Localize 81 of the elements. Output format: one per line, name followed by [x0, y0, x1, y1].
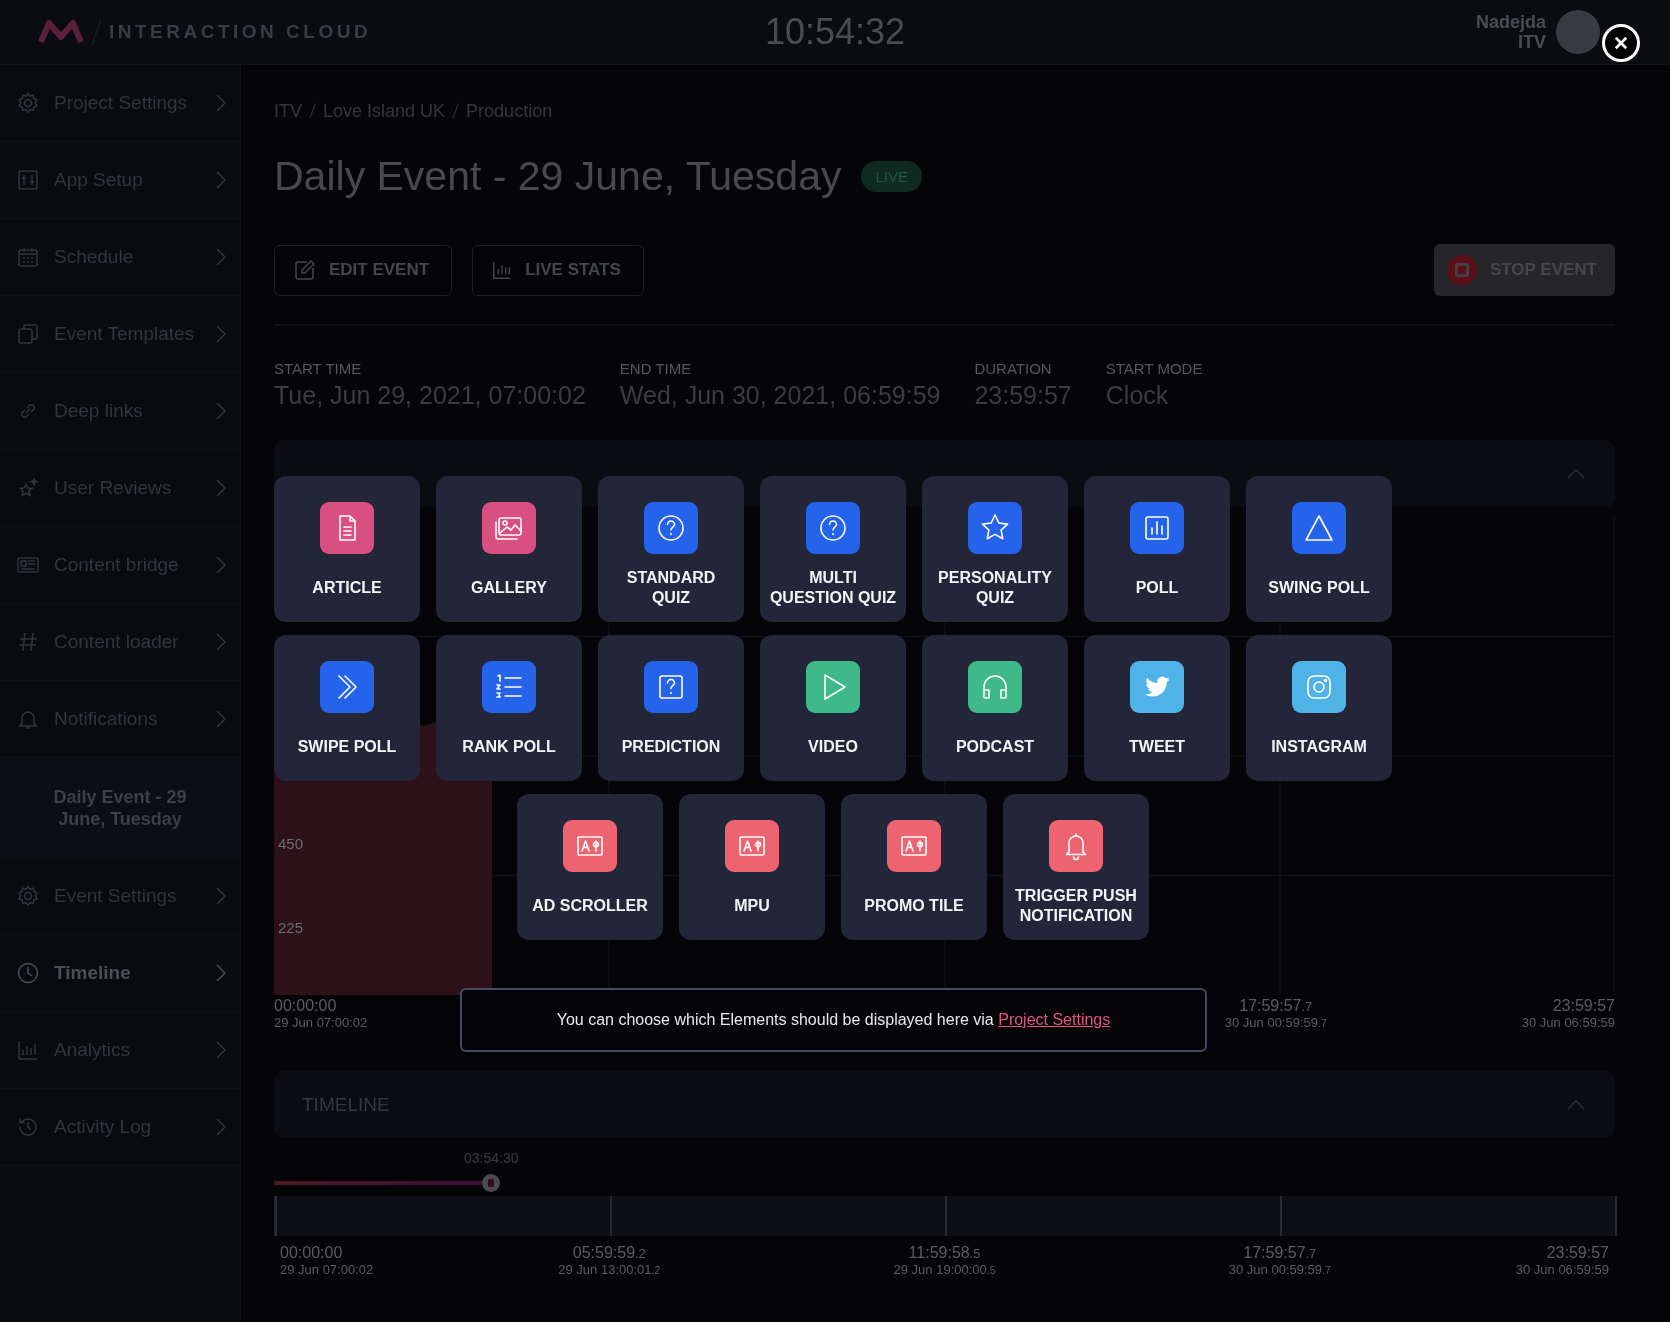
element-tile[interactable]: SWING POLL	[1246, 476, 1392, 622]
chevron-right-icon	[216, 633, 226, 651]
timeline-time-label: 11:59:58.5	[908, 1244, 981, 1262]
stat-label: START MODE	[1105, 360, 1203, 377]
axis-time-label: 00:00:00	[274, 997, 338, 1015]
sliders-icon	[16, 168, 40, 192]
element-tile[interactable]: TRIGGER PUSH NOTIFICATION	[1003, 794, 1149, 940]
stat-value: 23:59:57	[974, 381, 1072, 410]
playhead-handle[interactable]	[482, 1174, 501, 1192]
stat-value: Wed, Jun 30, 2021, 06:59:59	[619, 381, 941, 410]
element-tile[interactable]: ARTICLE	[274, 476, 420, 622]
element-tile[interactable]: POLL	[1084, 476, 1230, 622]
chevron-right-icon	[216, 556, 226, 574]
axis-label: 450	[278, 835, 304, 852]
timeline-time-label: 17:59:57.7	[1243, 1244, 1317, 1262]
axis-date-label: 30 Jun 00:59:59.7	[1224, 1015, 1327, 1030]
element-tile[interactable]: SWIPE POLL	[274, 635, 420, 781]
stat-label: END TIME	[619, 360, 693, 377]
element-tile[interactable]: AD SCROLLER	[517, 794, 663, 940]
timeline-date-label: 29 Jun 19:00:00.5	[893, 1262, 996, 1277]
stars-icon	[16, 476, 40, 500]
element-tile[interactable]: INSTAGRAM	[1246, 635, 1392, 781]
bars-icon	[16, 1038, 40, 1062]
stop-icon	[1445, 254, 1478, 286]
element-tile[interactable]: TWEET	[1084, 635, 1230, 781]
timeline-date-label: 29 Jun 13:00:01.2	[558, 1262, 661, 1277]
edit-icon	[293, 258, 317, 282]
element-tile[interactable]: STANDARD QUIZ	[598, 476, 744, 622]
element-tile[interactable]: PROMO TILE	[841, 794, 987, 940]
chevron-right-icon	[216, 248, 226, 266]
chevron-right-icon	[216, 1118, 226, 1136]
element-tile[interactable]: MPU	[679, 794, 825, 940]
timeline-time-label: 23:59:57	[1546, 1244, 1609, 1262]
timeline-date-label: 30 Jun 00:59:59.7	[1228, 1262, 1331, 1277]
element-tile[interactable]: PODCAST	[922, 635, 1068, 781]
chevron-right-icon	[216, 325, 226, 343]
stat-value: Tue, Jun 29, 2021, 07:00:02	[274, 381, 586, 410]
chevron-right-icon	[216, 1041, 226, 1059]
axis-time-label: 23:59:57	[1552, 997, 1615, 1015]
timeline-date-label: 29 Jun 07:00:02	[280, 1262, 374, 1277]
timeline-time-label: 05:59:59.2	[572, 1244, 646, 1262]
chevron-right-icon	[216, 479, 226, 497]
element-tile[interactable]: VIDEO	[760, 635, 906, 781]
project-settings-link[interactable]: Project Settings	[998, 1011, 1111, 1028]
axis-time-label: 17:59:57.7	[1239, 997, 1313, 1015]
timeline-date-label: 30 Jun 06:59:59	[1515, 1262, 1609, 1277]
close-icon	[1614, 36, 1628, 50]
axis-label: 225	[278, 919, 304, 936]
event-title: Daily Event - 29 June, Tuesday	[274, 152, 842, 200]
hash-icon	[16, 630, 40, 654]
gear-icon	[16, 884, 40, 908]
chevron-right-icon	[216, 710, 226, 728]
chevron-right-icon	[216, 402, 226, 420]
chevron-right-icon	[216, 171, 226, 189]
chevron-right-icon	[216, 94, 226, 112]
axis-date-label: 29 Jun 07:00:02	[274, 1015, 368, 1030]
clock-icon	[16, 961, 40, 985]
logo-icon	[38, 19, 84, 45]
stat-value: Clock	[1105, 381, 1170, 410]
chevron-right-icon	[216, 887, 226, 905]
hint-text: You can choose which Elements should be displayed here via Project Settings	[556, 1011, 1111, 1029]
element-tile[interactable]: GALLERY	[436, 476, 582, 622]
calendar-icon	[16, 245, 40, 269]
element-tile[interactable]: PERSONALITY QUIZ	[922, 476, 1068, 622]
stat-label: START TIME	[274, 360, 363, 377]
gear-icon	[16, 91, 40, 115]
playhead-time: 03:54:30	[464, 1150, 519, 1166]
element-tile[interactable]: PREDICTION	[598, 635, 744, 781]
element-tile[interactable]: RANK POLL	[436, 635, 582, 781]
user-org: ITV	[1518, 32, 1546, 52]
timeline-time-label: 00:00:00	[280, 1244, 344, 1262]
user-name: Nadejda	[1475, 12, 1546, 32]
axis-date-label: 30 Jun 06:59:59	[1521, 1015, 1615, 1030]
copies-icon	[16, 322, 40, 346]
chevron-up-icon[interactable]	[1567, 468, 1585, 479]
chevron-right-icon	[216, 964, 226, 982]
stat-label: DURATION	[974, 360, 1053, 377]
history-icon	[16, 1115, 40, 1139]
element-tile[interactable]: MULTI QUESTION QUIZ	[760, 476, 906, 622]
chevron-up-icon[interactable]	[1567, 1099, 1585, 1110]
clock: 10:54:32	[764, 11, 906, 53]
